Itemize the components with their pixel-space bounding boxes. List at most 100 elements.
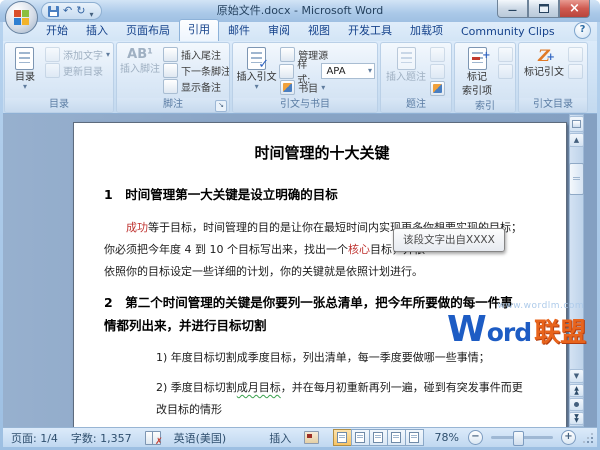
restore-icon (538, 4, 549, 13)
next-footnote-icon (163, 63, 178, 78)
insert-endnote-button[interactable]: 插入尾注 (162, 47, 229, 62)
draft-view-button[interactable] (404, 429, 424, 446)
insert-table-of-figures-icon[interactable] (430, 47, 445, 62)
manage-sources-button[interactable]: 管理源 (279, 47, 375, 62)
ribbon-group-index: + 标记 索引项 索引 (454, 42, 516, 113)
ribbon-tab-row: 开始 插入 页面布局 引用 邮件 审阅 视图 开发工具 加载项 Communit… (3, 19, 597, 41)
ribbon: 目录 添加文字 更新目录 目录 (3, 41, 597, 114)
bibliography-button[interactable]: 书目 (279, 80, 375, 95)
spellcheck-status-icon[interactable] (144, 430, 163, 447)
qat-customize-dropdown-icon[interactable] (89, 2, 93, 21)
tab-mailings[interactable]: 邮件 (219, 20, 259, 41)
mark-entry-icon: + (467, 47, 491, 70)
watermark-url: www.wordlm.com (497, 301, 585, 311)
citation-style-select[interactable]: APA (321, 63, 375, 79)
window-title: 原始文件.docx - Microsoft Word (216, 4, 384, 17)
style-dropdown-icon (368, 68, 372, 74)
insert-table-of-authorities-icon[interactable] (568, 47, 583, 62)
insert-mode-indicator[interactable]: 插入 (269, 430, 291, 446)
update-index-icon[interactable] (498, 64, 513, 79)
toc-group-label: 目录 (5, 98, 113, 112)
ruler-toggle-button[interactable] (569, 116, 584, 132)
show-notes-icon (163, 79, 178, 94)
print-layout-view-button[interactable] (332, 429, 352, 446)
footnotes-dialog-launcher[interactable] (215, 100, 227, 112)
zoom-out-button[interactable] (468, 430, 483, 445)
scroll-up-icon[interactable] (569, 133, 584, 147)
doc-heading-1: 1 时间管理第一大关键是设立明确的目标 (104, 187, 338, 202)
zoom-level[interactable]: 78% (435, 431, 459, 444)
captions-group-label: 题注 (381, 98, 451, 112)
bibliography-dropdown-icon (321, 85, 325, 91)
undo-icon[interactable] (63, 4, 72, 18)
next-page-button[interactable]: ▼ ▼ (569, 412, 584, 425)
spellcheck-marked-text: 成月目标 (236, 381, 281, 394)
mark-citation-icon: Z + (538, 46, 555, 65)
ribbon-group-captions: 插入题注 题注 (380, 42, 452, 113)
language-indicator[interactable]: 英语(美国) (174, 430, 227, 446)
word-window: 原始文件.docx - Microsoft Word 开始 插入 页面布局 引用… (0, 0, 600, 450)
insert-index-icon[interactable] (498, 47, 513, 62)
save-icon[interactable] (48, 5, 59, 17)
previous-page-button[interactable]: ▲ ▲ (569, 384, 584, 397)
update-table-of-figures-icon[interactable] (430, 64, 445, 79)
tab-references[interactable]: 引用 (179, 19, 219, 41)
resize-grip[interactable] (583, 433, 593, 443)
zoom-slider[interactable] (491, 431, 553, 446)
zoom-slider-thumb[interactable] (513, 431, 524, 446)
select-browse-object-button[interactable] (569, 398, 584, 411)
mark-citation-button[interactable]: Z + 标记引文 (522, 45, 566, 81)
add-text-button[interactable]: 添加文字 (44, 47, 111, 62)
close-button[interactable] (559, 0, 590, 18)
show-notes-button[interactable]: 显示备注 (162, 79, 229, 94)
fullscreen-reading-view-button[interactable] (350, 429, 370, 446)
authorities-group-label: 引文目录 (519, 98, 587, 112)
toc-button[interactable]: 目录 (8, 45, 42, 92)
tab-insert[interactable]: 插入 (77, 20, 117, 41)
scroll-down-icon[interactable] (569, 369, 584, 383)
office-button[interactable] (5, 1, 38, 34)
tab-view[interactable]: 视图 (299, 20, 339, 41)
word-count[interactable]: 字数: 1,357 (71, 430, 132, 446)
page-indicator[interactable]: 页面: 1/4 (11, 430, 58, 446)
tab-addins[interactable]: 加载项 (401, 20, 452, 41)
update-toc-icon (44, 63, 60, 78)
tab-page-layout[interactable]: 页面布局 (117, 20, 179, 41)
insert-footnote-icon: AB¹ (127, 47, 153, 62)
window-controls (497, 0, 590, 18)
insert-caption-button[interactable]: 插入题注 (384, 45, 428, 86)
restore-button[interactable] (528, 0, 559, 18)
tab-home[interactable]: 开始 (37, 20, 77, 41)
index-group-label: 索引 (455, 100, 515, 112)
zoom-in-button[interactable] (561, 430, 576, 445)
web-layout-view-button[interactable] (368, 429, 388, 446)
tab-review[interactable]: 审阅 (259, 20, 299, 41)
insert-footnote-button[interactable]: AB¹ 插入脚注 (120, 45, 160, 78)
outline-view-button[interactable] (386, 429, 406, 446)
tab-developer[interactable]: 开发工具 (339, 20, 401, 41)
next-footnote-button[interactable]: 下一条脚注 (162, 63, 229, 78)
tab-community-clips[interactable]: Community Clips (452, 23, 564, 41)
toc-icon (15, 47, 35, 70)
document-page[interactable]: 时间管理的十大关键 1 时间管理第一大关键是设立明确的目标 成功等于目标，时间管… (73, 122, 567, 427)
redo-icon[interactable] (76, 4, 85, 18)
update-toc-button[interactable]: 更新目录 (44, 63, 111, 78)
macro-record-icon[interactable] (304, 431, 320, 444)
insert-citation-button[interactable]: ✓ 插入引文 (236, 45, 277, 92)
insert-citation-dropdown-icon (255, 84, 259, 90)
view-shortcuts (332, 429, 424, 446)
quick-access-toolbar (41, 2, 103, 21)
insert-citation-icon: ✓ (247, 47, 269, 72)
minimize-button[interactable] (497, 0, 528, 18)
citations-group-label: 引文与书目 (233, 98, 377, 112)
scrollbar-thumb[interactable] (569, 163, 584, 195)
wordlm-watermark: www.wordlm.com Word 联盟 (447, 301, 587, 350)
vertical-scrollbar[interactable]: ▲▲ ▼▼ (569, 114, 584, 427)
add-text-dropdown-icon (106, 52, 110, 58)
insert-endnote-icon (163, 47, 178, 62)
title-bar: 原始文件.docx - Microsoft Word (0, 0, 600, 34)
mark-entry-button[interactable]: + 标记 索引项 (458, 45, 496, 100)
cross-reference-icon[interactable] (430, 81, 445, 96)
update-table-of-authorities-icon[interactable] (568, 64, 583, 79)
help-button[interactable] (574, 22, 591, 39)
